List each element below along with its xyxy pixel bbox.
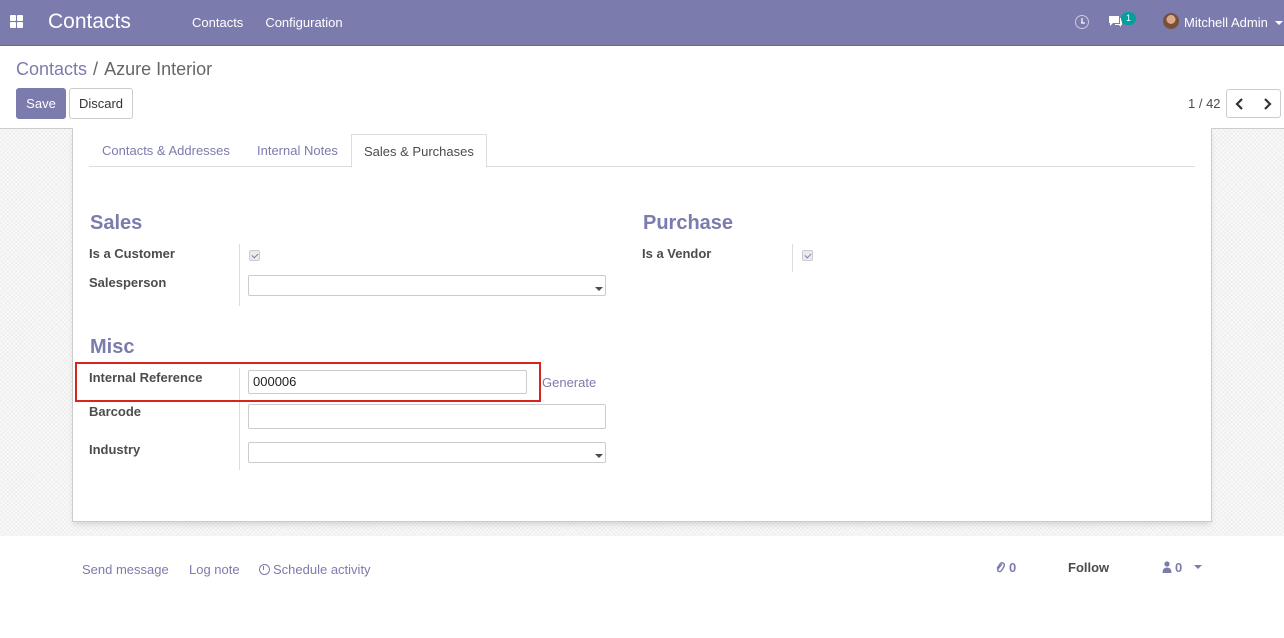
industry-select[interactable]	[248, 442, 606, 463]
form-sheet	[72, 128, 1212, 522]
log-note-link[interactable]: Log note	[189, 562, 240, 577]
notebook-tabs: Contacts & Addresses Internal Notes Sale…	[89, 134, 1195, 168]
industry-label: Industry	[89, 442, 141, 457]
menu-item-contacts[interactable]: Contacts	[192, 15, 243, 30]
tab-internal-notes[interactable]: Internal Notes	[245, 134, 350, 167]
salesperson-caret-icon[interactable]	[595, 287, 603, 291]
attachments-count[interactable]: 0	[1009, 560, 1016, 575]
chevron-left-icon	[1235, 97, 1243, 110]
is-customer-label: Is a Customer	[89, 246, 175, 261]
breadcrumb-current: Azure Interior	[104, 59, 213, 79]
purchase-section-title: Purchase	[643, 212, 734, 234]
breadcrumb-separator: /	[93, 59, 99, 79]
apps-menu-icon[interactable]	[10, 15, 23, 28]
app-title: Contacts	[48, 10, 131, 33]
pager-next-button[interactable]	[1253, 89, 1281, 118]
sales-label-divider	[239, 244, 240, 306]
purchase-label-divider	[792, 244, 793, 272]
paperclip-icon[interactable]	[995, 561, 1005, 574]
user-menu-caret-icon[interactable]	[1275, 21, 1283, 25]
tab-contacts-addresses[interactable]: Contacts & Addresses	[90, 134, 242, 167]
clock-icon	[259, 564, 270, 575]
is-customer-checkbox[interactable]	[249, 250, 260, 261]
schedule-activity-link[interactable]: Schedule activity	[259, 562, 371, 577]
followers-person-icon[interactable]	[1162, 561, 1172, 573]
barcode-label: Barcode	[89, 404, 142, 419]
industry-caret-icon[interactable]	[595, 454, 603, 458]
save-button[interactable]: Save	[16, 88, 66, 119]
highlight-annotation-box	[75, 362, 541, 402]
discard-button[interactable]: Discard	[69, 88, 133, 119]
top-navbar: Contacts Contacts Configuration 1 Mitche…	[0, 0, 1284, 46]
main-menu: Contacts Configuration	[192, 15, 343, 30]
is-vendor-label: Is a Vendor	[642, 246, 712, 261]
pager-value[interactable]: 1 / 42	[1188, 96, 1221, 111]
followers-caret-icon[interactable]	[1194, 565, 1202, 569]
messages-badge: 1	[1121, 12, 1137, 25]
is-vendor-checkbox[interactable]	[802, 250, 813, 261]
follow-button[interactable]: Follow	[1068, 560, 1109, 575]
followers-count[interactable]: 0	[1175, 560, 1182, 575]
pager-previous-button[interactable]	[1226, 89, 1254, 118]
sales-section-title: Sales	[90, 212, 143, 234]
misc-section-title: Misc	[90, 336, 135, 358]
generate-link[interactable]: Generate	[542, 375, 596, 390]
barcode-input[interactable]	[248, 404, 606, 429]
salesperson-select[interactable]	[248, 275, 606, 296]
tab-sales-purchases[interactable]: Sales & Purchases	[351, 134, 487, 168]
chevron-right-icon	[1263, 97, 1272, 110]
send-message-link[interactable]: Send message	[82, 562, 169, 577]
activity-clock-icon[interactable]	[1075, 15, 1089, 29]
user-menu[interactable]: Mitchell Admin	[1184, 15, 1268, 30]
salesperson-label: Salesperson	[89, 275, 167, 290]
user-avatar[interactable]	[1163, 13, 1179, 29]
schedule-activity-label: Schedule activity	[273, 562, 371, 577]
breadcrumb-parent-link[interactable]: Contacts	[16, 59, 87, 79]
menu-item-configuration[interactable]: Configuration	[265, 15, 342, 30]
breadcrumb: Contacts / Azure Interior	[16, 59, 212, 80]
